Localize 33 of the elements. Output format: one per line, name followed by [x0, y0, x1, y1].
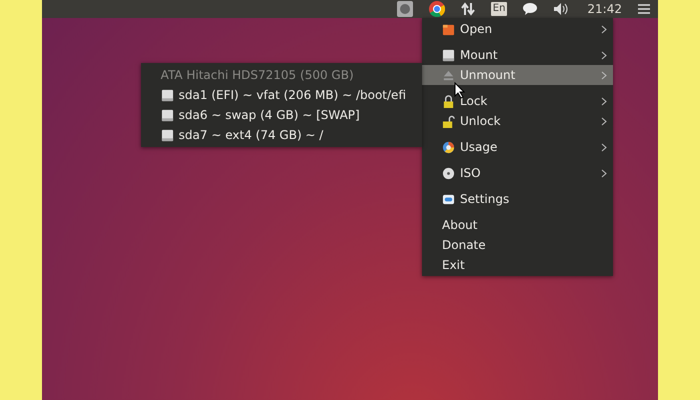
chat-bubble-icon[interactable]: [523, 3, 538, 15]
menu-item[interactable]: ISO: [422, 163, 613, 183]
menu-item[interactable]: Donate: [422, 235, 613, 255]
menu-item[interactable]: Mount: [422, 45, 613, 65]
disc-icon: [442, 166, 455, 180]
eject-icon: [442, 68, 455, 82]
menu-item[interactable]: Exit: [422, 255, 613, 275]
menu-item[interactable]: About: [422, 215, 613, 235]
keyboard-layout-indicator[interactable]: En: [490, 2, 508, 16]
drive-icon: [160, 88, 174, 102]
menu-item[interactable]: sda1 (EFI) ~ vfat (206 MB) ~ /boot/efi: [140, 85, 412, 105]
toggle-icon: [442, 192, 455, 206]
pie-chart-icon: [442, 140, 455, 154]
menu-icon[interactable]: [638, 3, 650, 15]
menu-item[interactable]: Settings: [422, 189, 613, 209]
clock[interactable]: 21:42: [587, 0, 622, 18]
app-icon[interactable]: [396, 1, 413, 17]
menu-item[interactable]: Unmount: [422, 65, 613, 85]
menu-item[interactable]: sda6 ~ swap (4 GB) ~ [SWAP]: [140, 105, 412, 125]
submenu-header: ATA Hitachi HDS72105 (500 GB): [160, 67, 355, 84]
network-arrows-icon[interactable]: [460, 2, 475, 16]
drive-icon: [442, 48, 455, 62]
menu-item[interactable]: Lock: [422, 91, 613, 111]
menu-item[interactable]: Open: [422, 19, 613, 39]
menu-item[interactable]: sda7 ~ ext4 (74 GB) ~ /: [140, 125, 412, 145]
menu-item[interactable]: Usage: [422, 137, 613, 157]
browser-icon[interactable]: [428, 1, 445, 17]
unlock-icon: [442, 114, 455, 128]
folder-icon: [442, 22, 455, 36]
drive-icon: [160, 128, 174, 142]
drive-icon: [160, 108, 174, 122]
menu-item[interactable]: Unlock: [422, 111, 613, 131]
lock-icon: [442, 94, 455, 108]
